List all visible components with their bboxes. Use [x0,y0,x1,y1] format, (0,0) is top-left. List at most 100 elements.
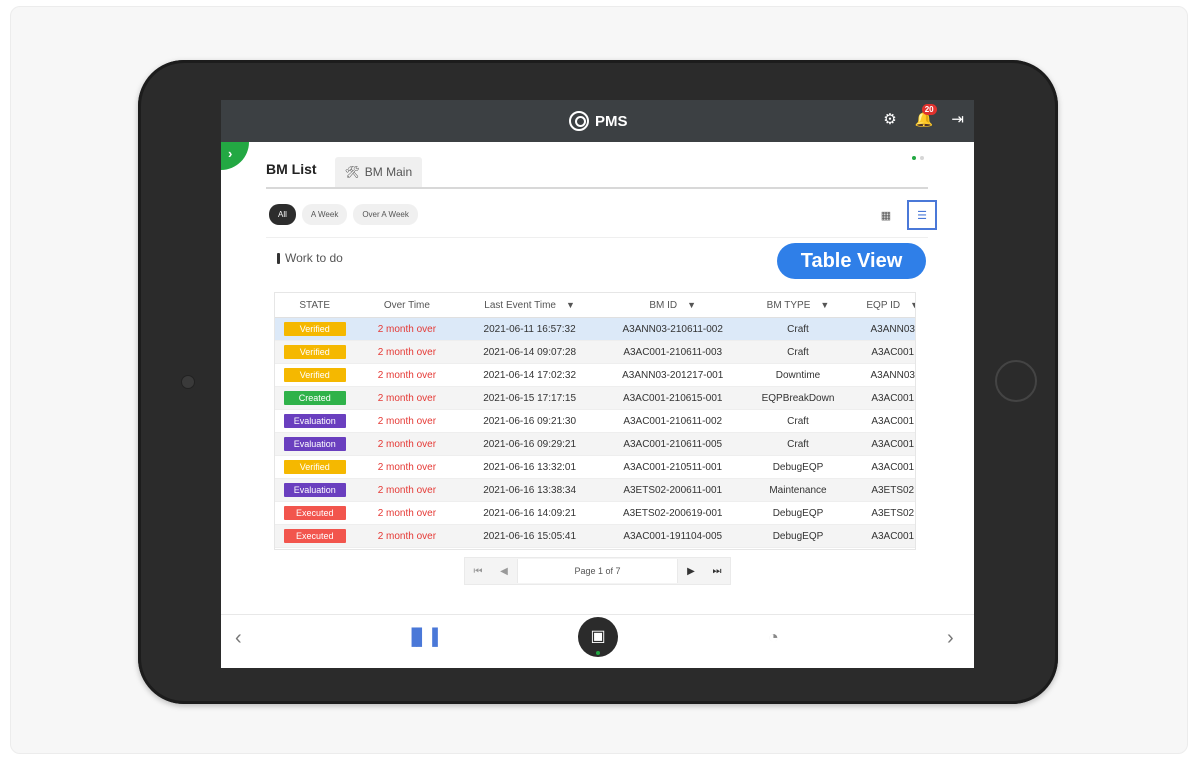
grid-view-icon[interactable]: ▦ [871,200,901,230]
filter-a-week[interactable]: A Week [301,204,348,225]
table-row[interactable]: Evaluation 2 month over 2021-06-16 13:38:3… [275,478,915,502]
filter-over-a-week[interactable]: Over A Week [353,204,418,225]
home-button[interactable] [995,360,1037,402]
filter-icon: ▼ [687,299,697,310]
eqp-id-cell: A3AC001 [871,415,915,427]
last-event-time-cell: 2021-06-16 14:09:21 [483,507,577,519]
section-marker [277,252,280,264]
col-last-event-time[interactable]: Last Event Time ▼ [459,293,600,318]
bm-type-cell: DebugEQP [772,507,824,519]
section-header: Work to do [277,251,343,265]
divider [266,237,928,238]
col-over-time[interactable]: Over Time [354,293,460,318]
last-event-time-cell: 2021-06-15 17:17:15 [483,392,577,404]
bottom-nav: ‹ ▐▌▐ ▣ ◔ › [221,614,974,668]
bm-type-cell: Craft [787,415,809,427]
status-badge: Verified [283,345,346,359]
over-time-cell: 2 month over [377,392,437,404]
eqp-id-cell: A3ETS02 [871,484,915,496]
status-badge: Evaluation [283,414,346,428]
status-badge: Executed [283,506,346,520]
top-icons: ⚙ 🔔 20 ⇥ [883,104,964,128]
list-view-icon[interactable]: ☰ [907,200,937,230]
last-event-time-cell: 2021-06-16 09:21:30 [483,415,577,427]
prev-page-icon[interactable]: ◀ [491,566,517,577]
over-time-cell: 2 month over [377,530,437,542]
table-row[interactable]: Evaluation 2 month over 2021-06-16 09:21:3… [275,409,915,433]
table-row[interactable]: Verified 2 month over 2021-06-11 16:57:32 A… [275,317,915,341]
app-screen: PMS ⚙ 🔔 20 ⇥ › BM List 🛠 BM Main All A W… [221,100,974,668]
bm-table: STATE Over Time Last Event Time ▼ BM ID ▼ … [274,292,916,550]
eqp-id-cell: A3ANN03 [870,369,915,381]
eqp-id-cell: A3ANN03 [870,323,915,335]
over-time-cell: 2 month over [377,507,437,519]
eqp-id-cell: A3AC001 [871,461,915,473]
table-row[interactable]: Created 2 month over 2021-06-15 17:17:15 A3… [275,386,915,410]
logout-icon[interactable]: ⇥ [951,110,964,128]
table-row[interactable]: Evaluation 2 month over 2021-06-16 09:29:2… [275,432,915,456]
eqp-id-cell: A3AC001 [871,346,915,358]
table-header-row: STATE Over Time Last Event Time ▼ BM ID ▼ … [275,293,915,318]
tab-bar: BM List 🛠 BM Main [266,155,928,189]
table-row[interactable]: Executed 2 month over 2021-06-16 14:09:21 A… [275,501,915,525]
bm-type-cell: Craft [787,323,809,335]
next-page-icon[interactable]: ▶ [678,566,704,577]
filter-chips: All A Week Over A Week [269,204,418,225]
col-bm-type[interactable]: BM TYPE ▼ [745,293,851,318]
folder-user-icon[interactable]: ▣ [578,617,618,657]
last-event-time-cell: 2021-06-16 15:05:41 [483,530,577,542]
bm-type-cell: Craft [787,346,809,358]
col-bm-id[interactable]: BM ID ▼ [599,293,746,318]
last-event-time-cell: 2021-06-14 09:07:28 [483,346,577,358]
filter-all[interactable]: All [269,204,296,225]
status-badge: Created [283,391,346,405]
bm-type-cell: Maintenance [769,484,827,496]
tab-bm-list[interactable]: BM List [266,161,317,187]
status-badge: Executed [283,529,346,543]
chevron-right-icon[interactable]: › [947,627,954,650]
eqp-id-cell: A3ETS02 [871,507,915,519]
eqp-id-cell: A3AC001 [871,438,915,450]
last-event-time-cell: 2021-06-16 09:29:21 [483,438,577,450]
over-time-cell: 2 month over [377,323,437,335]
bm-type-cell: DebugEQP [772,530,824,542]
last-event-time-cell: 2021-06-16 13:32:01 [483,461,577,473]
over-time-cell: 2 month over [377,369,437,381]
status-badge: Verified [283,368,346,382]
sidebar-toggle-button[interactable]: › [221,142,249,170]
col-eqp-id[interactable]: EQP ID▼ [850,293,915,318]
first-page-icon[interactable]: ⏮ [465,566,491,577]
brand-name: PMS [595,112,628,130]
clock-icon[interactable]: ◔ [768,627,779,648]
pagination: ⏮ ◀ Page 1 of 7 ▶ ⏭ [464,557,731,585]
top-bar: PMS ⚙ 🔔 20 ⇥ [221,100,974,142]
table-row[interactable]: Verified 2 month over 2021-06-14 09:07:28 A… [275,340,915,364]
tools-icon: 🛠 [344,165,360,179]
status-badge: Verified [283,322,346,336]
bar-chart-icon[interactable]: ▐▌▐ [406,629,438,647]
page-label: Page 1 of 7 [517,559,678,583]
tab-bm-main[interactable]: 🛠 BM Main [334,157,423,187]
last-event-time-cell: 2021-06-11 16:57:32 [483,323,576,335]
bell-icon[interactable]: 🔔 20 [915,104,937,128]
pms-logo-icon [569,111,589,131]
bm-type-cell: DebugEQP [772,461,824,473]
last-event-time-cell: 2021-06-14 17:02:32 [483,369,577,381]
table-row[interactable]: Verified 2 month over 2021-06-16 13:32:01 A… [275,455,915,479]
status-badge: Verified [283,460,346,474]
chevron-left-icon[interactable]: ‹ [235,627,242,650]
over-time-cell: 2 month over [377,415,437,427]
last-page-icon[interactable]: ⏭ [704,566,730,577]
notification-badge: 20 [921,104,937,115]
bm-id-cell: A3AC001-210611-002 [623,415,723,427]
bm-id-cell: A3ETS02-200619-001 [622,507,723,519]
bm-id-cell: A3AC001-191104-005 [623,530,723,542]
filter-icon: ▼ [566,299,575,310]
status-badge: Evaluation [283,437,346,451]
table-row[interactable]: Verified 2 month over 2021-06-14 17:02:32 A… [275,363,915,387]
eqp-id-cell: A3AC001 [871,392,915,404]
gear-icon[interactable]: ⚙ [883,110,896,128]
table-row[interactable]: Executed 2 month over 2021-06-16 15:05:41 A… [275,524,915,548]
bm-id-cell: A3ANN03-201217-001 [622,369,724,381]
col-state[interactable]: STATE [275,293,355,318]
